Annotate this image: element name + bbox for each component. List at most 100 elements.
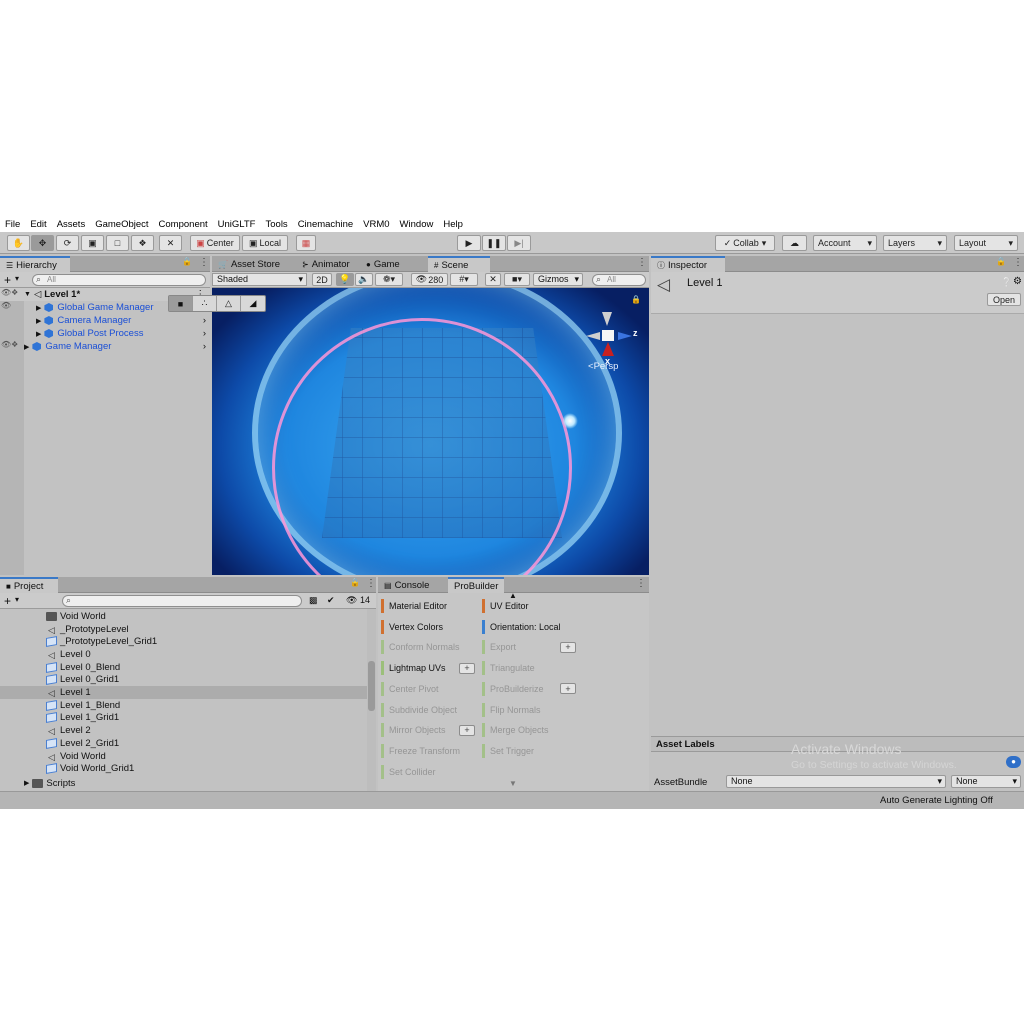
list-item[interactable]: _PrototypeLevel_Grid1 [0,635,367,648]
rotate-tool-button[interactable]: ⟳ [56,235,79,251]
chevron-right-icon[interactable]: › [203,341,206,352]
chevron-right-icon[interactable]: ▶ [36,304,41,312]
menu-help[interactable]: Help [443,219,463,230]
tab-asset-store[interactable]: 🛒 Asset Store [212,256,286,272]
add-button[interactable]: + [4,273,11,287]
scene-search-input[interactable]: All [592,274,646,286]
kebab-menu-icon[interactable]: ⋮ [636,578,646,589]
effects-dropdown[interactable]: ❁▾ [375,273,403,286]
shading-mode-dropdown[interactable]: Shaded [212,273,307,286]
tab-probuilder[interactable]: ProBuilder [448,577,505,593]
menu-edit[interactable]: Edit [30,219,46,230]
probuilder-action-button[interactable]: ProBuilderize [482,681,544,696]
menu-cinemachine[interactable]: Cinemachine [298,219,353,230]
audio-toggle[interactable]: 🔈 [355,273,373,286]
gizmo-z-axis-icon[interactable] [618,332,632,340]
help-icon[interactable]: ❔ [1001,277,1012,288]
search-by-type-icon[interactable]: ▩ [309,595,318,606]
visibility-icon[interactable]: 👁❖ [0,288,24,301]
project-folder-scripts[interactable]: ▶ Scripts [24,777,75,790]
list-item[interactable]: Level 2_Grid1 [0,737,367,750]
list-item[interactable]: Void World_Grid1 [0,762,367,775]
chevron-right-icon[interactable]: ▶ [36,317,41,325]
probuilder-action-button[interactable]: Flip Normals [482,702,541,717]
probuilder-action-button[interactable]: Orientation: Local [482,619,561,634]
menu-unigltf[interactable]: UniGLTF [218,219,256,230]
chevron-right-icon[interactable]: › [203,328,206,339]
move-tool-button[interactable]: ✥ [31,235,54,251]
camera-dropdown[interactable]: ■▾ [504,273,530,286]
kebab-menu-icon[interactable]: ⋮ [1013,257,1023,268]
layout-dropdown[interactable]: Layout ▾ [954,235,1018,251]
probuilder-action-button[interactable]: Material Editor [381,599,447,613]
probuilder-action-button[interactable]: Freeze Transform [381,743,460,758]
chevron-down-icon[interactable]: ▾ [15,274,19,283]
eye-slash-icon[interactable]: 👁 [346,595,357,606]
tab-hierarchy[interactable]: ☰ Hierarchy [0,256,70,272]
hierarchy-item[interactable]: ▶ Camera Manager › [0,314,210,327]
menu-gameobject[interactable]: GameObject [95,219,148,230]
layers-dropdown[interactable]: Layers ▾ [883,235,947,251]
visibility-icon[interactable]: 👁 [0,301,24,314]
probuilder-action-button[interactable]: Export [482,640,516,655]
list-item[interactable]: ◁ Level 0 [0,648,367,661]
tab-animator[interactable]: ⊱ Animator [296,256,356,272]
menu-component[interactable]: Component [159,219,208,230]
lock-icon[interactable]: 🔒 [182,257,192,266]
options-plus-button[interactable]: + [459,724,475,736]
gizmo-y-axis-icon[interactable] [602,312,612,326]
asset-variant-dropdown[interactable]: None [951,775,1021,788]
scroll-down-icon[interactable]: ▼ [509,779,517,788]
custom-tool-button[interactable]: ✕ [159,235,182,251]
lock-icon[interactable]: 🔒 [631,295,641,304]
chevron-down-icon[interactable]: ▾ [15,595,19,604]
face-mode-button[interactable]: ◢ [241,296,265,311]
tab-game[interactable]: ● Game [360,256,406,272]
chevron-right-icon[interactable]: ▶ [24,779,29,787]
hand-tool-button[interactable]: ✋ [7,235,30,251]
list-item[interactable]: Void World [0,610,367,623]
tag-icon[interactable]: ✔ [327,595,335,606]
probuilder-action-button[interactable]: Merge Objects [482,723,549,738]
list-item[interactable]: ◁ Level 2 [0,724,367,737]
chevron-down-icon[interactable]: ▼ [24,291,31,298]
list-item[interactable]: ◁ _PrototypeLevel [0,623,367,636]
add-button[interactable]: + [4,594,11,608]
gizmos-dropdown[interactable]: Gizmos [533,273,583,286]
lighting-toggle[interactable]: 💡 [336,273,354,286]
lock-icon[interactable]: 🔒 [996,257,1006,266]
project-search-input[interactable] [62,595,302,607]
scale-tool-button[interactable]: ▣ [81,235,104,251]
probuilder-action-button[interactable]: Triangulate [482,661,535,676]
play-button[interactable]: ▶ [457,235,481,251]
gizmo-neg-x-icon[interactable] [586,332,600,340]
grid-snap-button[interactable]: ▦ [296,235,316,251]
pause-button[interactable]: ❚❚ [482,235,506,251]
probuilder-action-button[interactable]: Set Collider [381,764,436,779]
list-item[interactable]: Level 0_Blend [0,661,367,674]
chevron-right-icon[interactable]: ▶ [24,343,29,351]
pivot-local-toggle[interactable]: ▣ Local [242,235,288,251]
hierarchy-item[interactable]: ▶ Global Post Process › [0,327,210,340]
probuilder-action-button[interactable]: Conform Normals [381,640,460,655]
list-item[interactable]: ◁ Level 1 [0,686,367,699]
kebab-menu-icon[interactable]: ⋮ [637,257,647,268]
asset-bundle-dropdown[interactable]: None [726,775,946,788]
probuilder-action-button[interactable]: UV Editor [482,599,529,613]
gizmo-x-axis-icon[interactable] [602,342,614,356]
hierarchy-search-input[interactable]: All [32,274,206,286]
account-dropdown[interactable]: Account ▾ [813,235,877,251]
label-tag-icon[interactable]: ● [1006,756,1021,768]
grid-dropdown[interactable]: #▾ [450,273,478,286]
tools-button[interactable]: ✕ [485,273,501,286]
menu-window[interactable]: Window [400,219,434,230]
visibility-icon[interactable] [0,314,24,327]
kebab-menu-icon[interactable]: ⋮ [199,257,209,268]
step-button[interactable]: ▶| [507,235,531,251]
hidden-objects-toggle[interactable]: 👁 280 [411,273,448,286]
menu-vrm0[interactable]: VRM0 [363,219,389,230]
visibility-icon[interactable] [0,327,24,340]
edge-mode-button[interactable]: △ [217,296,241,311]
visibility-icon[interactable]: 👁❖ [0,340,24,353]
collab-dropdown[interactable]: ✓ Collab ▾ [715,235,775,251]
